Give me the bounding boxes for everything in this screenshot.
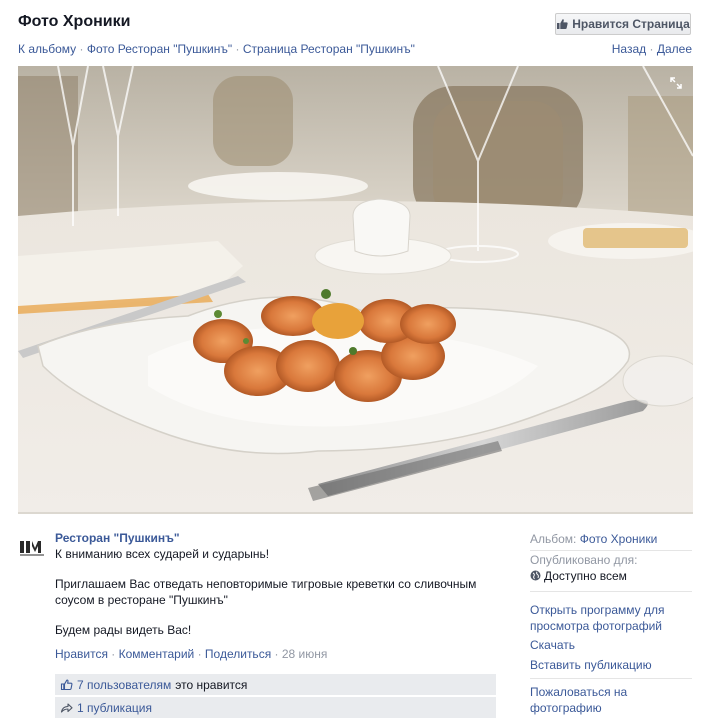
audience-selector[interactable]: Доступно всем [530,568,627,584]
share-arrow-icon [60,703,73,713]
previous-photo-link[interactable]: Назад [612,42,646,56]
embed-post-link[interactable]: Вставить публикацию [530,657,652,673]
sidebar-divider [530,678,692,679]
breadcrumb-separator: · [79,42,84,56]
action-separator: · [274,647,279,661]
post-actions: Нравится · Комментарий · Поделиться · 28… [55,647,327,661]
download-link[interactable]: Скачать [530,637,575,653]
post-author-link[interactable]: Ресторан "Пушкинъ" [55,531,180,545]
post-text-line: Приглашаем Вас отведать неповторимые тиг… [55,577,477,607]
post-text-line: Будем рады видеть Вас! [55,623,192,637]
sidebar-divider [530,550,692,551]
like-page-label: Нравится Страница [572,17,690,31]
post-text-line: К вниманию всех сударей и сударынь! [55,547,270,561]
thumbs-up-icon [557,19,568,29]
shrimp-dish-photo [18,66,693,514]
nav-separator: · [649,42,654,56]
globe-icon [530,570,541,581]
breadcrumb-separator: · [235,42,240,56]
likers-link[interactable]: 7 пользователям [77,678,171,692]
breadcrumb: К альбому · Фото Ресторан "Пушкинъ" · Ст… [18,42,415,56]
open-photo-viewer-link[interactable]: Открыть программу для просмотра фотограф… [530,602,700,634]
restaurant-page-link[interactable]: Страница Ресторан "Пушкинъ" [243,42,415,56]
report-photo-link[interactable]: Пожаловаться на фотографию [530,684,700,716]
shares-link[interactable]: 1 публикация [77,701,152,715]
photo-navigation: Назад · Далее [612,42,692,56]
avatar[interactable] [18,536,48,558]
back-to-album-link[interactable]: К альбому [18,42,76,56]
like-page-button[interactable]: Нравится Страница [555,13,691,35]
album-link[interactable]: Фото Хроники [580,532,658,546]
action-separator: · [111,647,116,661]
thumbs-up-outline-icon [60,679,73,691]
post-date[interactable]: 28 июня [282,647,328,661]
likes-summary: 7 пользователям это нравится [55,674,496,695]
action-separator: · [197,647,202,661]
published-for-label: Опубликовано для: [530,553,638,567]
audience-label: Доступно всем [544,569,627,583]
shares-summary: 1 публикация [55,697,496,718]
likes-suffix: это нравится [175,677,248,692]
expand-icon[interactable] [669,76,683,90]
comment-link[interactable]: Комментарий [119,647,195,661]
next-photo-link[interactable]: Далее [657,42,692,56]
share-link[interactable]: Поделиться [205,647,271,661]
like-link[interactable]: Нравится [55,647,108,661]
restaurant-photos-link[interactable]: Фото Ресторан "Пушкинъ" [87,42,232,56]
photo-viewer[interactable] [18,66,693,514]
post-body: Ресторан "Пушкинъ" К вниманию всех судар… [55,530,505,638]
album-label: Альбом: [530,532,577,546]
page-title: Фото Хроники [18,13,131,30]
sidebar-divider [530,591,692,592]
